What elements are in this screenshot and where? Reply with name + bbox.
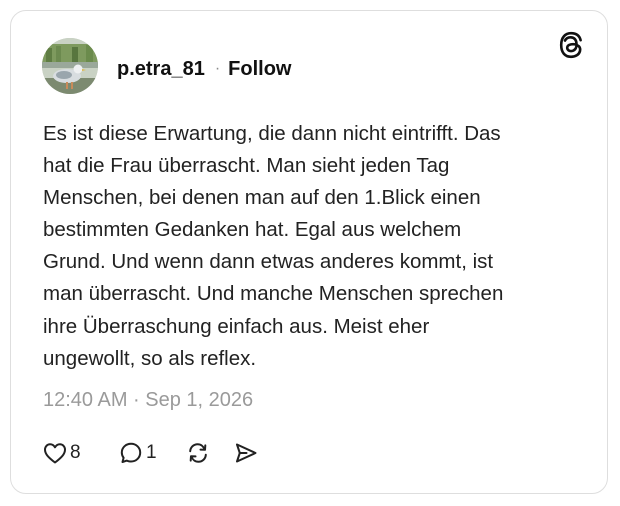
repost-button[interactable] bbox=[185, 439, 211, 467]
share-button[interactable] bbox=[233, 439, 259, 467]
username[interactable]: p.etra_81 bbox=[117, 58, 205, 81]
like-count: 8 bbox=[70, 442, 81, 463]
speech-bubble-icon bbox=[119, 441, 143, 465]
threads-logo-icon[interactable] bbox=[556, 30, 586, 60]
avatar[interactable] bbox=[42, 38, 98, 94]
heart-icon bbox=[43, 442, 67, 464]
follow-button[interactable]: Follow bbox=[228, 58, 291, 81]
post-header: p.etra_81 · Follow bbox=[117, 55, 292, 83]
send-icon bbox=[233, 440, 259, 466]
post-body: Es ist diese Erwartung, die dann nicht e… bbox=[43, 122, 504, 370]
reply-count: 1 bbox=[146, 442, 157, 463]
post-timestamp[interactable]: 12:40 AM · Sep 1, 2026 bbox=[43, 389, 253, 412]
separator-dot: · bbox=[214, 60, 221, 77]
repost-icon bbox=[185, 440, 211, 466]
reply-button[interactable]: 1 bbox=[119, 439, 157, 467]
post-card: p.etra_81 · Follow Es ist diese Erwartun… bbox=[10, 10, 608, 494]
like-button[interactable]: 8 bbox=[43, 439, 81, 467]
